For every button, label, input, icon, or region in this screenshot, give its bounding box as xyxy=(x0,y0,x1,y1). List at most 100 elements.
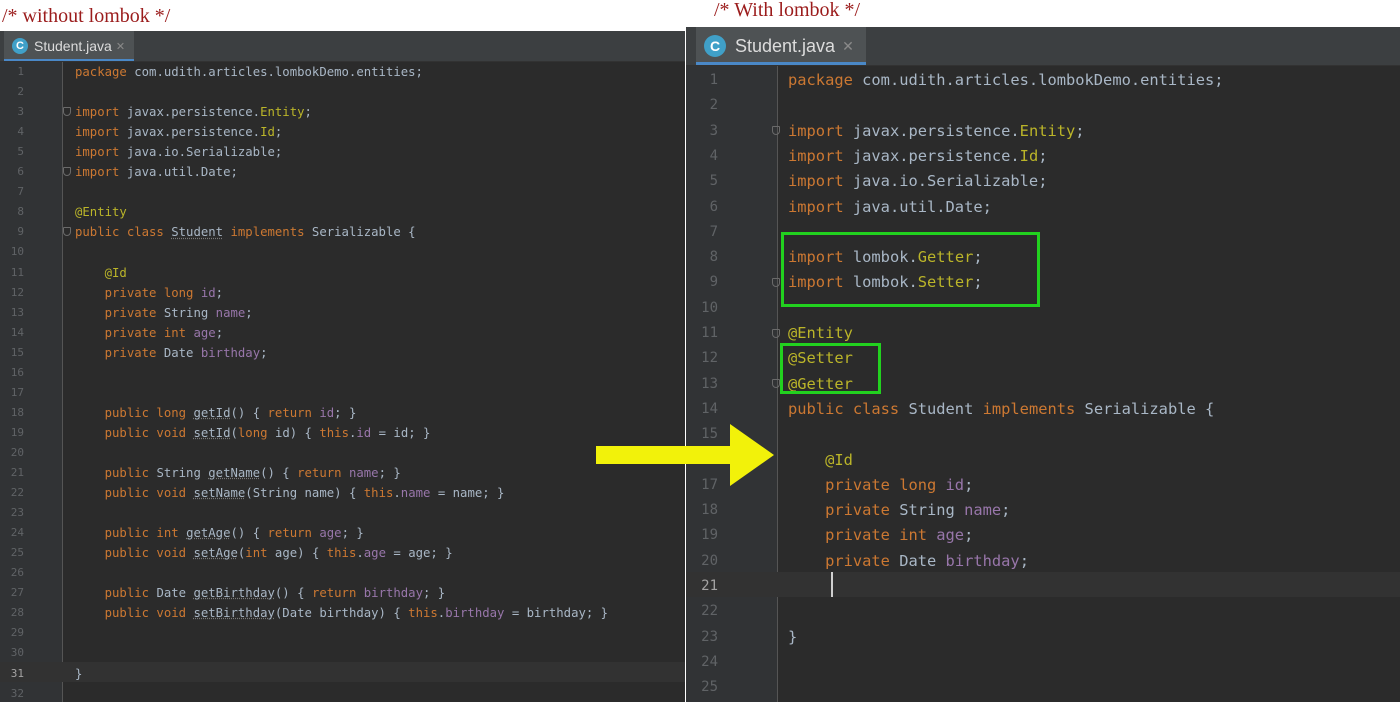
code-line[interactable]: public void setAge(int age) { this.age =… xyxy=(75,543,453,563)
right-file-tab[interactable]: C Student.java ✕ xyxy=(696,27,866,65)
code-token: private xyxy=(788,501,900,520)
code-token: ; } xyxy=(423,586,446,601)
line-number: 11 xyxy=(10,265,24,279)
fold-marker-icon[interactable] xyxy=(63,167,71,177)
code-line[interactable]: private Date birthday; xyxy=(75,343,268,363)
line-number: 16 xyxy=(10,365,24,379)
code-line[interactable]: private Date birthday; xyxy=(788,549,1029,574)
code-line[interactable]: public class Student implements Serializ… xyxy=(75,222,416,242)
code-token: name xyxy=(400,486,431,501)
line-number: 19 xyxy=(10,425,24,439)
code-line[interactable]: @Id xyxy=(788,448,853,473)
code-line[interactable]: public String getName() { return name; } xyxy=(75,463,401,483)
code-line[interactable]: @Id xyxy=(75,263,127,283)
code-line[interactable]: import java.util.Date; xyxy=(788,195,992,220)
code-token: ; xyxy=(1038,146,1048,165)
code-line[interactable]: private int age; xyxy=(788,523,973,548)
code-token: ; } xyxy=(334,405,357,420)
code-token: return xyxy=(311,586,364,601)
code-token: javax.persistence. xyxy=(126,105,261,120)
code-line[interactable]: public class Student implements Serializ… xyxy=(788,397,1214,422)
code-token: import xyxy=(75,165,127,180)
code-line[interactable]: import java.io.Serializable; xyxy=(788,169,1047,194)
fold-marker-icon[interactable] xyxy=(63,227,71,237)
line-number: 29 xyxy=(10,626,24,640)
fold-marker-icon[interactable] xyxy=(772,379,780,389)
code-line[interactable]: public int getAge() { return age; } xyxy=(75,523,364,543)
code-token: public class xyxy=(75,225,172,240)
close-icon[interactable]: ✕ xyxy=(116,40,125,53)
code-token: age xyxy=(363,546,386,561)
code-line[interactable]: public Date getBirthday() { return birth… xyxy=(75,583,446,603)
line-number: 24 xyxy=(10,526,24,540)
code-token: age) { xyxy=(274,546,327,561)
code-token: Serializable { xyxy=(1084,399,1215,418)
code-token: public long xyxy=(75,405,194,420)
code-token: ; xyxy=(1001,501,1011,520)
code-line[interactable]: } xyxy=(788,625,797,650)
code-token: import xyxy=(788,197,853,216)
line-number: 13 xyxy=(10,305,24,319)
right-arrow-icon xyxy=(596,424,774,486)
code-token: private xyxy=(75,345,164,360)
code-token: String xyxy=(163,305,216,320)
code-line[interactable]: public void setBirthday(Date birthday) {… xyxy=(75,603,608,623)
code-token: implements xyxy=(230,225,312,240)
code-token: java.util.Date; xyxy=(852,197,992,216)
code-line[interactable]: public void setName(String name) { this.… xyxy=(75,483,505,503)
line-number: 9 xyxy=(17,225,24,239)
code-token: () { xyxy=(230,526,268,541)
code-token: ; xyxy=(964,475,974,494)
code-token: this xyxy=(319,425,349,440)
code-line[interactable]: private long id; xyxy=(75,283,223,303)
code-line[interactable]: private int age; xyxy=(75,323,223,343)
line-number: 12 xyxy=(10,285,24,299)
line-number: 28 xyxy=(10,606,24,620)
line-number: 18 xyxy=(701,502,718,519)
code-token: import xyxy=(75,105,127,120)
code-token: Entity xyxy=(1019,121,1076,140)
fold-marker-icon[interactable] xyxy=(772,328,780,338)
line-number: 21 xyxy=(701,578,718,594)
code-line[interactable]: public void setId(long id) { this.id = i… xyxy=(75,423,431,443)
left-file-tab[interactable]: C Student.java ✕ xyxy=(4,31,134,61)
fold-marker-icon[interactable] xyxy=(63,107,71,117)
close-icon[interactable]: ✕ xyxy=(842,38,854,55)
fold-marker-icon[interactable] xyxy=(772,278,780,288)
code-token: java.io.Serializable; xyxy=(126,145,283,160)
line-number: 23 xyxy=(701,628,718,645)
code-line[interactable]: private String name; xyxy=(788,498,1010,523)
code-line[interactable]: private long id; xyxy=(788,473,973,498)
fold-marker-icon[interactable] xyxy=(772,126,780,136)
code-token: = id; } xyxy=(371,425,431,440)
code-line[interactable]: public long getId() { return id; } xyxy=(75,403,357,423)
code-line[interactable]: } xyxy=(75,664,82,684)
code-line[interactable]: import javax.persistence.Id; xyxy=(75,122,282,142)
code-token: Student xyxy=(908,399,983,418)
code-token: birthday xyxy=(200,345,261,360)
code-token: Student xyxy=(171,225,224,240)
line-number: 3 xyxy=(17,105,24,119)
line-number: 7 xyxy=(709,223,718,240)
line-number: 25 xyxy=(10,546,24,560)
line-number: 31 xyxy=(10,666,24,680)
code-line[interactable]: package com.udith.articles.lombokDemo.en… xyxy=(75,62,423,82)
code-line[interactable]: import java.io.Serializable; xyxy=(75,142,282,162)
line-number: 25 xyxy=(701,679,718,696)
code-line[interactable]: @Entity xyxy=(75,202,127,222)
code-token: Serializable { xyxy=(311,225,416,240)
code-line[interactable]: import javax.persistence.Entity; xyxy=(75,102,312,122)
code-line[interactable]: import javax.persistence.Entity; xyxy=(788,119,1085,144)
code-token: private long xyxy=(788,475,946,494)
line-number: 7 xyxy=(17,185,24,199)
code-token: public void xyxy=(75,425,194,440)
line-number: 18 xyxy=(10,405,24,419)
line-number: 6 xyxy=(17,165,24,179)
code-line[interactable]: private String name; xyxy=(75,303,253,323)
line-number: 8 xyxy=(17,205,24,219)
code-line[interactable]: import javax.persistence.Id; xyxy=(788,144,1048,169)
code-line[interactable]: import java.util.Date; xyxy=(75,162,238,182)
code-token: String xyxy=(899,501,965,520)
code-token: package xyxy=(75,65,135,79)
code-line[interactable]: package com.udith.articles.lombokDemo.en… xyxy=(788,68,1224,93)
